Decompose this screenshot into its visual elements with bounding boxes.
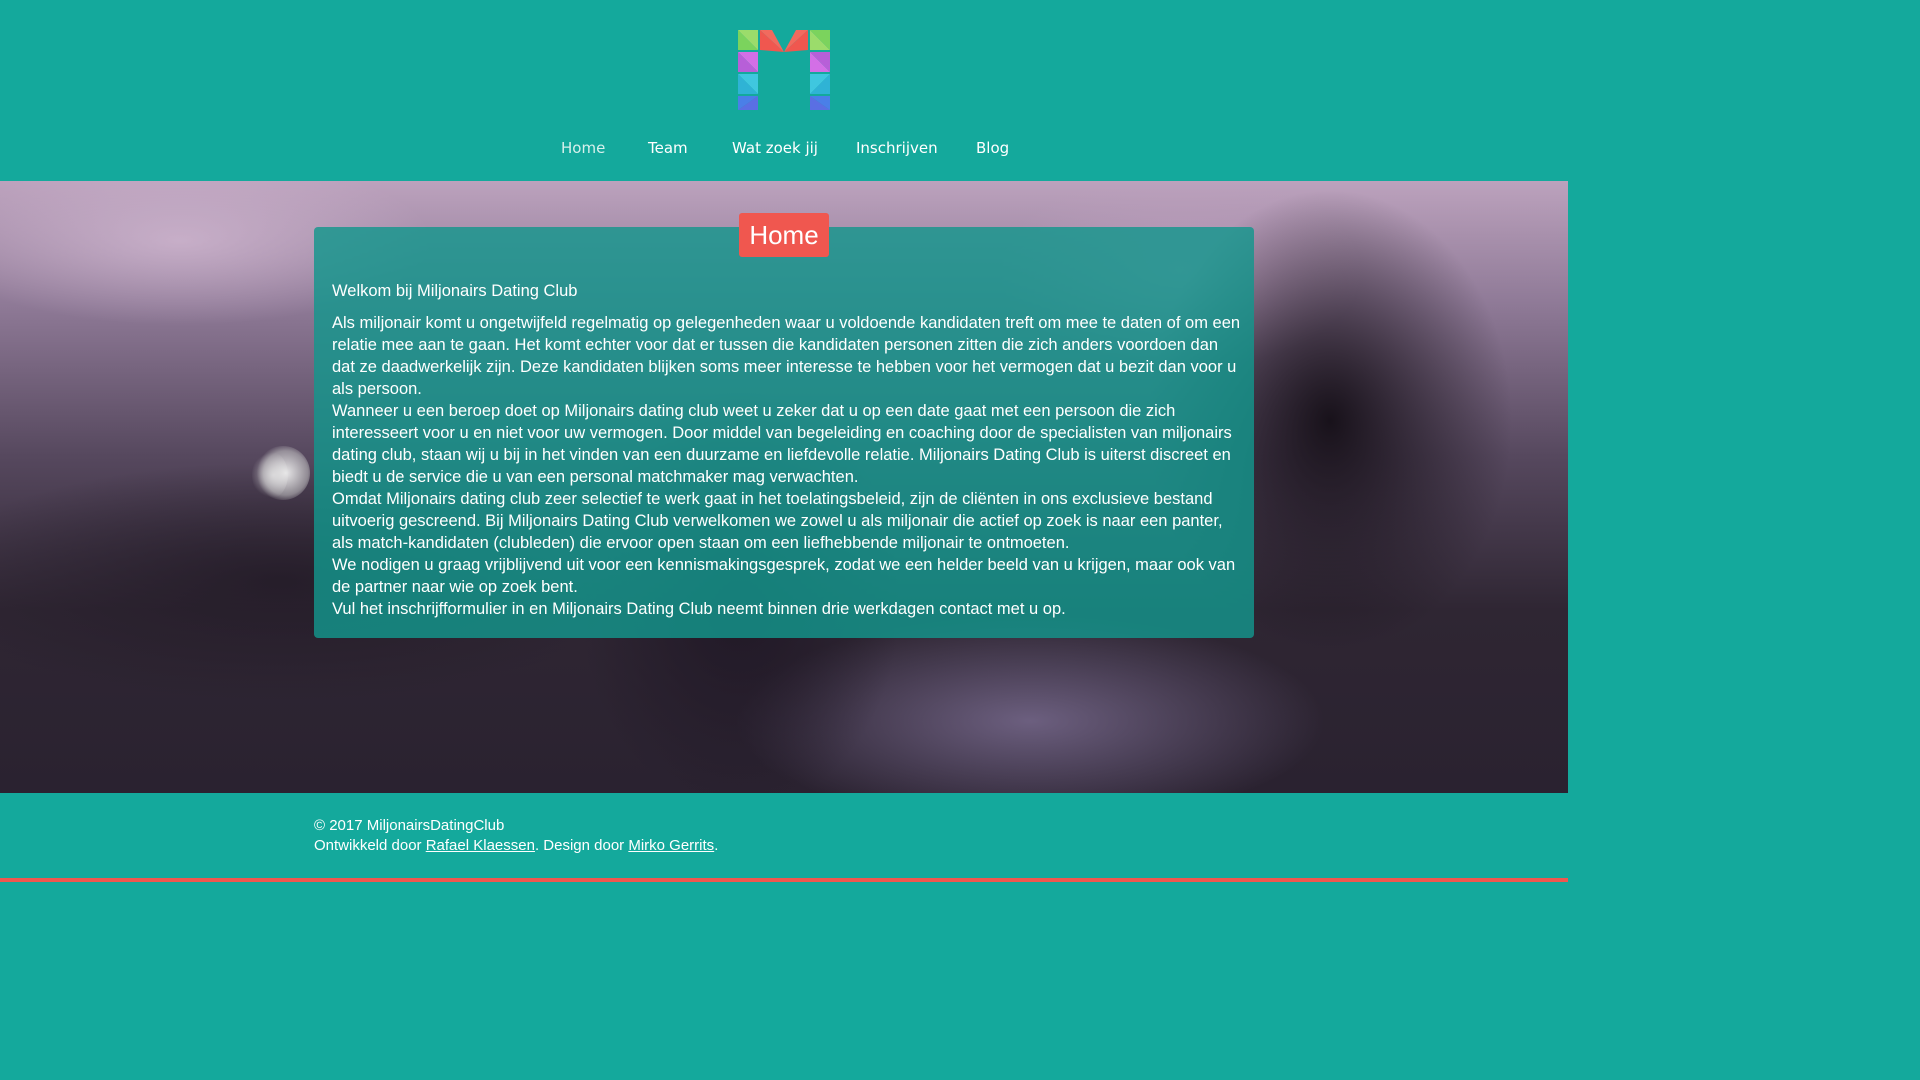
nav-wat-zoek-jij[interactable]: Wat zoek jij xyxy=(732,136,818,160)
design-label: . Design door xyxy=(534,837,629,854)
paragraph: Omdat Miljonairs dating club zeer select… xyxy=(332,490,1223,552)
nav-inschrijven[interactable]: Inschrijven xyxy=(856,136,938,160)
developed-label: Ontwikkeld door xyxy=(314,837,426,854)
main-nav: Home Team Wat zoek jij Inschrijven Blog xyxy=(0,136,1568,162)
credits: Ontwikkeld door Rafael Klaessen. Design … xyxy=(314,836,718,856)
bottom-accent-bar xyxy=(0,878,1568,882)
footer-text: © 2017 MiljonairsDatingClub Ontwikkeld d… xyxy=(314,816,718,856)
designer-link[interactable]: Mirko Gerrits xyxy=(628,837,714,854)
paragraph: We nodigen u graag vrijblijvend uit voor… xyxy=(332,556,1236,596)
nav-home[interactable]: Home xyxy=(561,136,605,160)
credits-suffix: . xyxy=(714,837,719,854)
bokeh-light xyxy=(252,451,288,499)
nav-team[interactable]: Team xyxy=(648,136,688,160)
site-header: Home Team Wat zoek jij Inschrijven Blog xyxy=(0,0,1568,181)
page-title: Home xyxy=(739,213,829,257)
paragraph: Vul het inschrijfformulier in en Miljona… xyxy=(332,600,1066,618)
site-footer: © 2017 MiljonairsDatingClub Ontwikkeld d… xyxy=(0,793,1568,878)
copyright: © 2017 MiljonairsDatingClub xyxy=(314,817,505,834)
welcome-heading: Welkom bij Miljonairs Dating Club xyxy=(332,282,578,300)
content-body: Welkom bij Miljonairs Dating Club Als mi… xyxy=(332,280,1242,620)
m-logo-icon[interactable] xyxy=(738,30,830,110)
nav-blog[interactable]: Blog xyxy=(976,136,1009,160)
paragraph: Als miljonair komt u ongetwijfeld regelm… xyxy=(332,314,1241,398)
paragraph: Wanneer u een beroep doet op Miljonairs … xyxy=(332,402,1232,486)
developer-link[interactable]: Rafael Klaessen xyxy=(426,837,535,854)
